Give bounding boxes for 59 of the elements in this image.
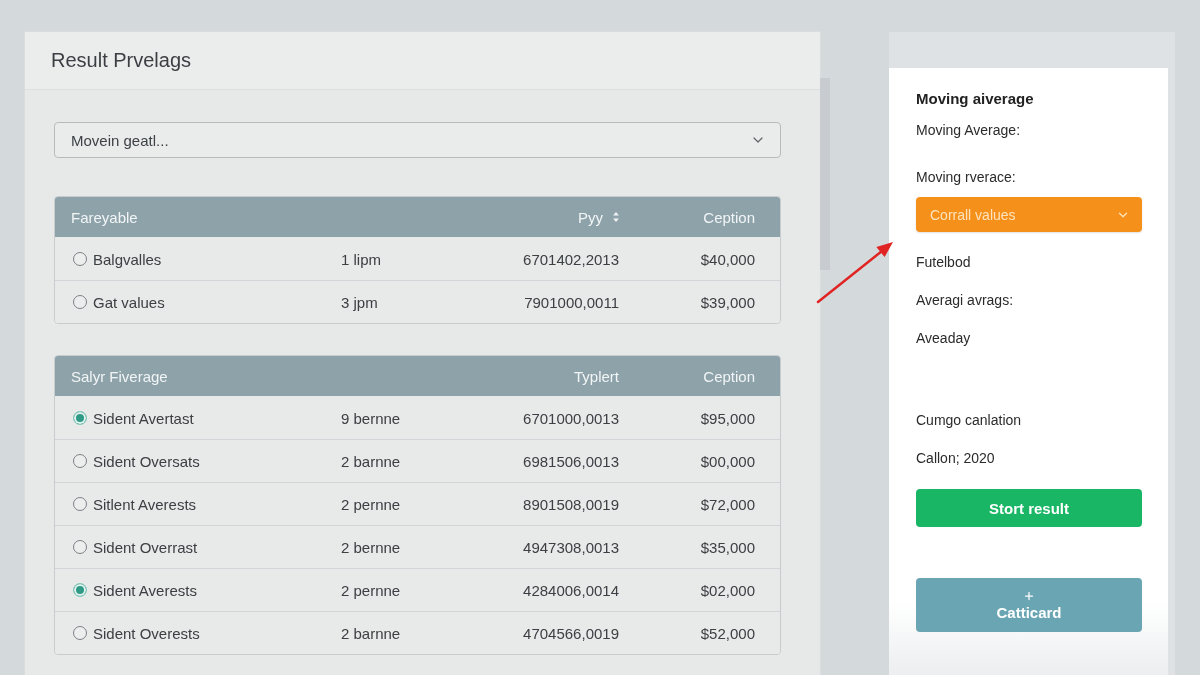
column-header: Ception [703,367,755,385]
table-cell: 7901000,0011 [524,293,619,311]
column-header: Ception [703,208,755,226]
table-cell: Sident Avertast [93,409,194,427]
table-cell: Gat values [93,293,165,311]
table-cell: $72,000 [700,495,755,513]
table-cell: 2 bernne [341,538,401,556]
radio-button[interactable] [73,252,87,266]
field-label: Aveaday [916,329,972,348]
column-header: Salyr Fiverage [71,367,168,385]
table-cell: 2 pernne [341,581,401,599]
table-cell: 6701000,0013 [523,409,619,427]
table-cell: Sident Oversats [93,452,200,470]
radio-button[interactable] [73,411,87,425]
table-cell: Sident Overests [93,624,200,642]
table-cell: $95,000 [700,409,755,427]
field-label: Averagi avrags: [916,291,1014,310]
table-cell: 9 bernne [341,409,401,427]
table-cell: $40,000 [700,250,755,268]
table-cell: $02,000 [700,581,755,599]
table-row[interactable]: Sident Overests 2 barnne 4704566,0019 $52,000 [55,611,780,654]
field-label: Callon; 2020 [916,449,996,468]
field-label: Futelbod [916,253,972,272]
column-header: Typlert [574,367,619,385]
plus-icon [1023,589,1035,602]
table-cell: Balgvalles [93,250,162,268]
table-row[interactable]: Gat values 3 jpm 7901000,0011 $39,000 [55,280,780,323]
table-cell: 4284006,0014 [523,581,619,599]
radio-button[interactable] [73,626,87,640]
table-cell: Sitlent Averests [93,495,197,513]
radio-button[interactable] [73,454,87,468]
section-heading: Moving aiverage [916,89,1035,109]
panel-title: Result Prvelags [51,49,192,72]
table-cell: $35,000 [700,538,755,556]
radio-button[interactable] [73,497,87,511]
table-cell: Sident Averests [93,581,197,599]
radio-button[interactable] [73,540,87,554]
table-cell: 3 jpm [341,293,378,311]
table-cell: 2 pernne [341,495,401,513]
table-cell: 8901508,0019 [523,495,619,513]
field-label: Cumgo canlation [916,411,1023,430]
table-cell: 4947308,0013 [523,538,619,556]
table-cell: 2 barnne [341,624,401,642]
radio-button[interactable] [73,295,87,309]
table-cell: 4704566,0019 [523,624,619,642]
radio-button[interactable] [73,583,87,597]
table-cell: 6701402,2013 [523,250,619,268]
table-cell: Sident Overrast [93,538,198,556]
table-cell: 1 lipm [341,250,381,268]
table-cell: $00,000 [700,452,755,470]
field-label: Moving rverace: [916,168,1017,187]
table-cell: $39,000 [700,293,755,311]
table-cell: 6981506,0013 [523,452,619,470]
field-label: Moving Average: [916,121,1022,140]
dropdown[interactable]: Movein geatl... [54,122,781,158]
table-cell: $52,000 [700,624,755,642]
column-header: Fareyable [71,208,138,226]
scrollbar[interactable] [820,78,830,270]
table-cell: 2 barnne [341,452,401,470]
